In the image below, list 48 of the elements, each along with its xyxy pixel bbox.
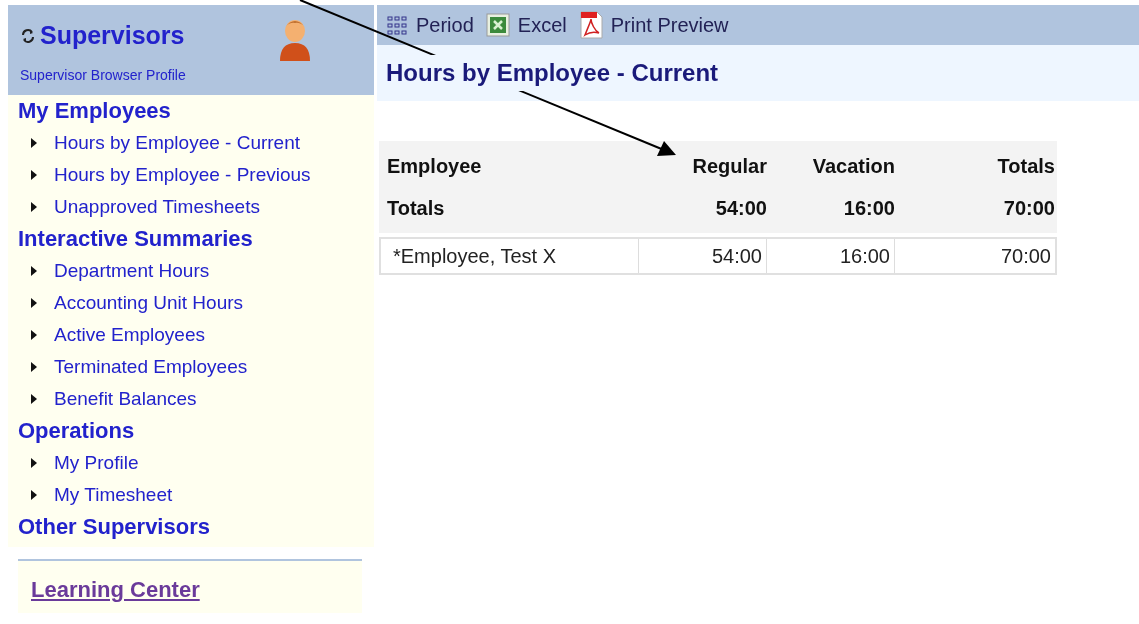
triangle-icon [30,361,38,373]
table-cell: 54:00 [639,239,767,273]
triangle-icon [30,297,38,309]
total-cell-text: 54:00 [714,196,767,221]
learning-link[interactable]: Learning Center [31,577,200,602]
triangle-icon [30,265,38,277]
toolbar-button[interactable]: Excel [485,10,571,40]
person-icon [278,17,312,61]
refresh-icon [20,27,36,44]
triangle-icon [30,393,38,405]
total-cell-text: 16:00 [842,196,895,221]
nav-link[interactable]: Department Hours [54,256,210,286]
nav-link[interactable]: My Timesheet [54,480,173,510]
sidebar-title: Supervisors [40,20,185,51]
column-header: Vacation [811,154,895,179]
toolbar-button[interactable]: Period [386,10,478,40]
spreadsheet-icon [485,13,510,37]
document-icon [578,11,603,39]
total-cell-text: 70:00 [1002,196,1055,221]
nav-link[interactable]: Benefit Balances [54,384,197,414]
table-cell: 16:00 [767,239,895,273]
nav-link[interactable]: Hours by Employee - Previous [54,160,311,190]
column-header: Totals [996,154,1055,179]
total-cell-text: Totals [386,196,446,221]
toolbar-button[interactable]: Print Preview [578,10,733,40]
triangle-icon [30,489,38,501]
profile-subtitle: Supervisor Browser Profile [20,66,187,85]
triangle-icon [30,457,38,469]
grid-icon [386,14,408,36]
section-heading: Operations [18,417,136,445]
page-title: Hours by Employee - Current [386,55,719,91]
section-heading: Other Supervisors [18,513,211,541]
nav-link[interactable]: Unapproved Timesheets [54,192,260,222]
section-heading: My Employees [18,97,172,125]
nav-link[interactable]: Active Employees [54,320,205,350]
nav-link[interactable]: Hours by Employee - Current [54,128,301,158]
section-heading: Interactive Summaries [18,225,254,253]
nav-link[interactable]: Accounting Unit Hours [54,288,244,318]
table-cell-text: 70:00 [999,244,1052,269]
column-header: Regular [691,154,767,179]
triangle-icon [30,201,38,213]
table-cell: *Employee, Test X [381,239,639,273]
column-header: Employee [386,154,483,179]
triangle-icon [30,137,38,149]
triangle-icon [30,329,38,341]
triangle-icon [30,169,38,181]
nav-link[interactable]: Terminated Employees [54,352,248,382]
nav-link[interactable]: My Profile [54,448,139,478]
